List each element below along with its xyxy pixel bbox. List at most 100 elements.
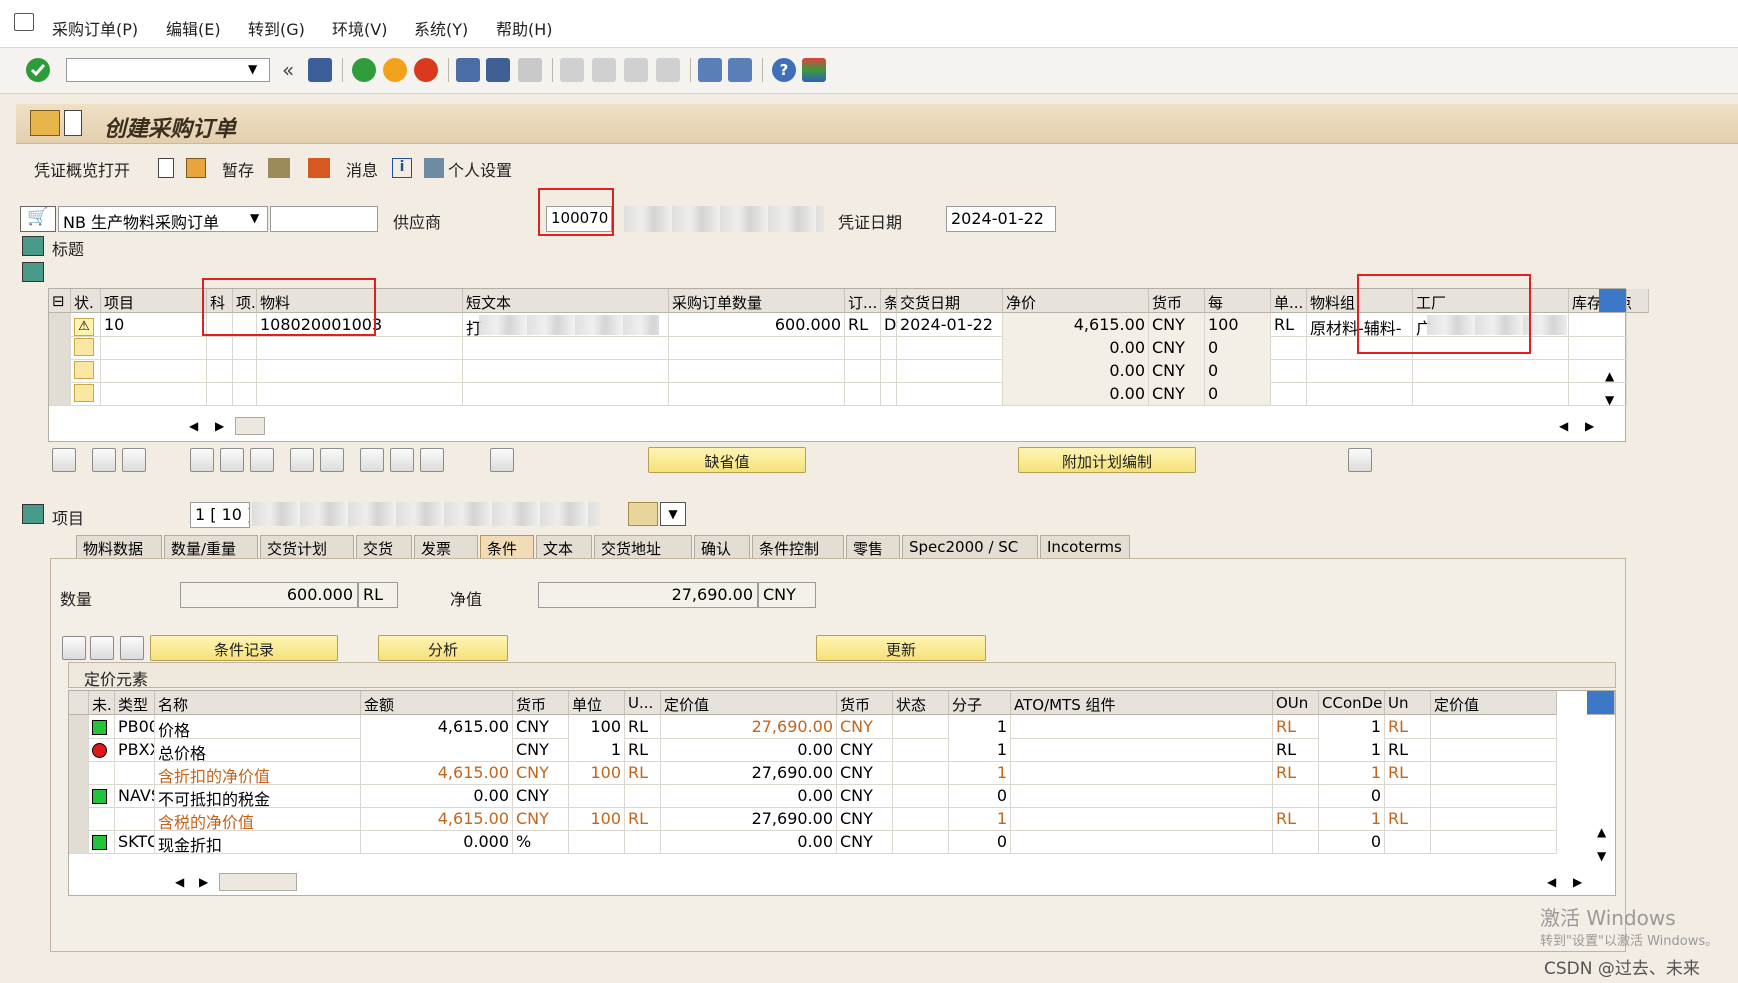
items-cell-unit[interactable] bbox=[845, 382, 881, 406]
tab-7[interactable]: 交货地址 bbox=[594, 535, 692, 559]
cond-cell-type[interactable] bbox=[115, 761, 155, 785]
cond-cell-sel[interactable] bbox=[69, 761, 89, 785]
cond-detail-icon[interactable] bbox=[62, 636, 86, 660]
items-hscroll-thumb[interactable] bbox=[235, 417, 265, 435]
items-cell-sloc[interactable] bbox=[1569, 359, 1627, 383]
info-icon[interactable]: i bbox=[392, 158, 412, 178]
other-doc-icon[interactable] bbox=[186, 158, 206, 178]
first-page-icon[interactable] bbox=[560, 58, 584, 82]
back-icon[interactable] bbox=[352, 58, 376, 82]
items-cell-qty[interactable] bbox=[669, 336, 845, 360]
cond-scroll-down[interactable]: ▼ bbox=[1597, 849, 1606, 863]
items-cell-short_text[interactable] bbox=[463, 336, 669, 360]
items-cell-status[interactable]: ⚠ bbox=[71, 313, 101, 337]
cond-cell-vcur[interactable]: CNY bbox=[837, 715, 893, 739]
cond-cell-val2[interactable] bbox=[1431, 807, 1557, 831]
menu-icon[interactable] bbox=[14, 13, 34, 31]
cond-cell-type[interactable]: SKTO bbox=[115, 830, 155, 854]
cond-col-vcur[interactable]: 货币 bbox=[837, 691, 893, 715]
cond-cell-oun[interactable]: RL bbox=[1273, 761, 1319, 785]
items-col-uom[interactable]: 单... bbox=[1271, 289, 1307, 313]
cond-cell-cur[interactable]: CNY bbox=[513, 738, 569, 762]
items-cell-cur[interactable]: CNY bbox=[1149, 313, 1205, 337]
cond-cell-ccd[interactable]: 0 bbox=[1319, 830, 1385, 854]
filter-off-icon[interactable] bbox=[420, 448, 444, 472]
items-cell-uom[interactable] bbox=[1271, 359, 1307, 383]
tab-11[interactable]: Spec2000 / SC bbox=[902, 535, 1038, 559]
cond-col-val2[interactable]: 定价值 bbox=[1431, 691, 1557, 715]
cond-cell-state[interactable] bbox=[893, 761, 949, 785]
items-col-date[interactable]: 交货日期 bbox=[897, 289, 1003, 313]
cond-cell-amount[interactable]: 0.000 bbox=[361, 830, 513, 854]
cond-col-oun[interactable]: OUn bbox=[1273, 691, 1319, 715]
items-cell-date[interactable] bbox=[897, 382, 1003, 406]
items-cell-per[interactable]: 100 bbox=[1205, 313, 1271, 337]
cond-col-u[interactable]: U... bbox=[625, 691, 661, 715]
personal-settings-button[interactable]: 个人设置 bbox=[448, 157, 512, 183]
items-cell-dcat[interactable] bbox=[881, 336, 897, 360]
menu-edit[interactable]: 编辑(E) bbox=[166, 16, 221, 40]
condition-record-button[interactable]: 条件记录 bbox=[150, 635, 338, 661]
cond-col-status[interactable]: 未. bbox=[89, 691, 115, 715]
tab-6[interactable]: 文本 bbox=[536, 535, 592, 559]
items-col-settings-icon[interactable] bbox=[1599, 289, 1627, 313]
cond-col-sel[interactable] bbox=[69, 691, 89, 715]
tab-12[interactable]: Incoterms bbox=[1040, 535, 1130, 559]
items-cell-short_text[interactable] bbox=[463, 382, 669, 406]
cond-cell-value[interactable]: 0.00 bbox=[661, 784, 837, 808]
cond-cell-type[interactable]: PBXX bbox=[115, 738, 155, 762]
items-col-qty[interactable]: 采购订单数量 bbox=[669, 289, 845, 313]
cond-cell-cur[interactable]: CNY bbox=[513, 784, 569, 808]
cond-cell-amount[interactable]: 4,615.00 bbox=[361, 761, 513, 785]
cond-cell-type[interactable] bbox=[115, 807, 155, 831]
prev-page-icon[interactable] bbox=[592, 58, 616, 82]
cond-cell-status[interactable] bbox=[89, 761, 115, 785]
items-scroll-right[interactable]: ▶ bbox=[215, 419, 224, 433]
cond-col-unit[interactable]: 单位 bbox=[569, 691, 625, 715]
cond-cell-unit[interactable]: 100 bbox=[569, 761, 625, 785]
items-cell-unit[interactable] bbox=[845, 336, 881, 360]
cond-cell-unit[interactable]: 100 bbox=[569, 715, 625, 739]
cond-cell-value[interactable]: 27,690.00 bbox=[661, 761, 837, 785]
items-cell-material[interactable] bbox=[257, 382, 463, 406]
create-doc-icon[interactable] bbox=[158, 158, 174, 178]
cond-cell-num[interactable]: 0 bbox=[949, 830, 1011, 854]
items-cell-cat[interactable] bbox=[233, 359, 257, 383]
items-cell-item[interactable] bbox=[101, 359, 207, 383]
cond-cell-un[interactable] bbox=[1385, 784, 1431, 808]
cond-cell-unit[interactable] bbox=[569, 784, 625, 808]
cond-cell-amount[interactable] bbox=[361, 738, 513, 762]
select-all-icon[interactable] bbox=[320, 448, 344, 472]
cond-cell-ccd[interactable]: 0 bbox=[1319, 784, 1385, 808]
next-page-icon[interactable] bbox=[624, 58, 648, 82]
po-number-field[interactable] bbox=[270, 206, 378, 232]
cond-cell-ato[interactable] bbox=[1011, 715, 1273, 739]
shortcut-icon[interactable] bbox=[728, 58, 752, 82]
items-scroll-left[interactable]: ◀ bbox=[189, 419, 198, 433]
items-cell-dcat[interactable] bbox=[881, 359, 897, 383]
items-cell-dcat[interactable] bbox=[881, 382, 897, 406]
cond-cell-num[interactable]: 0 bbox=[949, 784, 1011, 808]
find-next-icon[interactable] bbox=[518, 58, 542, 82]
items-cell-mgroup[interactable] bbox=[1307, 359, 1413, 383]
cond-cell-value[interactable]: 0.00 bbox=[661, 738, 837, 762]
menu-environment[interactable]: 环境(V) bbox=[332, 16, 387, 40]
exit-icon[interactable] bbox=[383, 58, 407, 82]
items-col-select[interactable]: ⊟ bbox=[49, 289, 71, 313]
cond-cell-name[interactable]: 含折扣的净价值 bbox=[155, 761, 361, 785]
items-cell-material[interactable] bbox=[257, 359, 463, 383]
new-session-icon[interactable] bbox=[698, 58, 722, 82]
lock-icon[interactable] bbox=[220, 448, 244, 472]
item-expand-icon[interactable] bbox=[22, 504, 44, 524]
messages-button[interactable]: 消息 bbox=[346, 157, 378, 183]
items-cell-cat[interactable] bbox=[233, 382, 257, 406]
items-cell-qty[interactable] bbox=[669, 359, 845, 383]
tab-10[interactable]: 零售 bbox=[846, 535, 900, 559]
cond-cell-val2[interactable] bbox=[1431, 761, 1557, 785]
cond-cell-num[interactable]: 1 bbox=[949, 738, 1011, 762]
cond-cell-amount[interactable]: 4,615.00 bbox=[361, 715, 513, 739]
items-cell-qty[interactable] bbox=[669, 382, 845, 406]
items-cell-status[interactable] bbox=[71, 359, 101, 383]
items-cell-mgroup[interactable] bbox=[1307, 382, 1413, 406]
items-cell-date[interactable] bbox=[897, 359, 1003, 383]
